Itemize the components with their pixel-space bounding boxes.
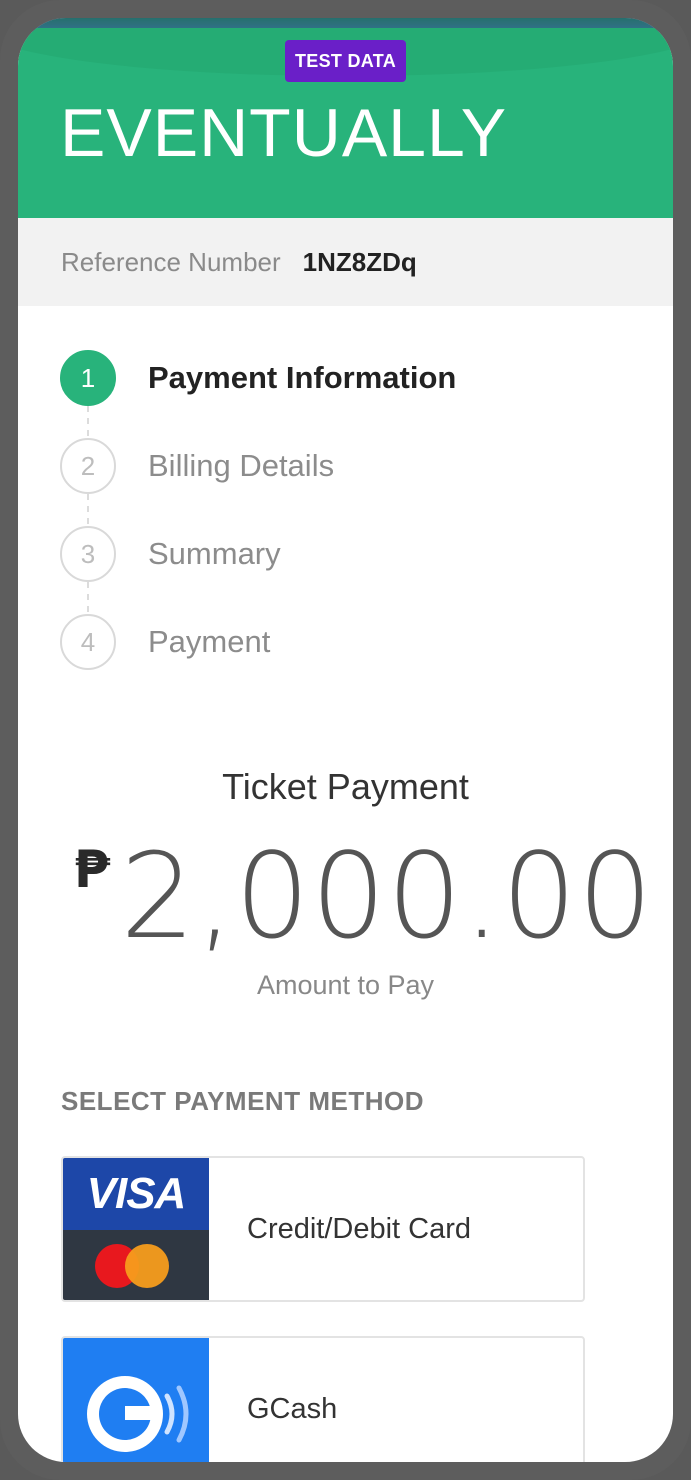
step-number-1: 1 (60, 350, 116, 406)
step-connector (87, 406, 89, 438)
mastercard-logo (63, 1230, 209, 1300)
gcash-option[interactable]: GCash (61, 1336, 585, 1462)
visa-mastercard-icon: VISA (63, 1158, 209, 1300)
gcash-logo-background (63, 1338, 209, 1462)
peso-sign: ₱ (74, 840, 111, 900)
step-connector (87, 494, 89, 526)
gcash-label: GCash (247, 1392, 338, 1425)
amount-value: 2,000.00 (120, 827, 654, 965)
credit-debit-card-option[interactable]: VISA Credit/Debit Card (61, 1156, 585, 1302)
reference-value: 1NZ8ZDq (302, 246, 417, 277)
step-label-1: Payment Information (148, 360, 457, 395)
step-billing-details: 2 Billing Details (60, 438, 620, 526)
amount-display: ₱ 2,000.00 (74, 826, 653, 966)
reference-label: Reference Number (61, 246, 281, 277)
brand-title: EVENTUALLY (60, 95, 508, 171)
screen: TEST DATA EVENTUALLY Reference Number 1N… (18, 18, 673, 1462)
reference-bar: Reference Number 1NZ8ZDq (18, 218, 673, 306)
payment-method-heading: SELECT PAYMENT METHOD (61, 1086, 424, 1116)
step-number-2: 2 (60, 438, 116, 494)
step-payment-information: 1 Payment Information (60, 350, 620, 438)
stepper: 1 Payment Information 2 Billing Details … (60, 350, 620, 702)
step-label-2: Billing Details (148, 448, 335, 483)
gcash-icon (63, 1338, 209, 1462)
credit-debit-card-label: Credit/Debit Card (247, 1212, 472, 1245)
step-label-4: Payment (148, 624, 271, 659)
step-label-3: Summary (148, 536, 281, 571)
visa-logo: VISA (63, 1158, 209, 1230)
amount-to-pay-label: Amount to Pay (256, 970, 435, 1000)
step-connector (87, 582, 89, 614)
mastercard-orange-circle (125, 1244, 169, 1288)
ticket-payment-title: Ticket Payment (222, 766, 469, 807)
step-summary: 3 Summary (60, 526, 620, 614)
step-number-4: 4 (60, 614, 116, 670)
device-frame: TEST DATA EVENTUALLY Reference Number 1N… (0, 0, 691, 1480)
gcash-logo (87, 1376, 189, 1452)
step-number-3: 3 (60, 526, 116, 582)
header-banner: TEST DATA EVENTUALLY (18, 18, 673, 218)
test-data-badge: TEST DATA (285, 40, 406, 82)
step-payment: 4 Payment (60, 614, 620, 702)
